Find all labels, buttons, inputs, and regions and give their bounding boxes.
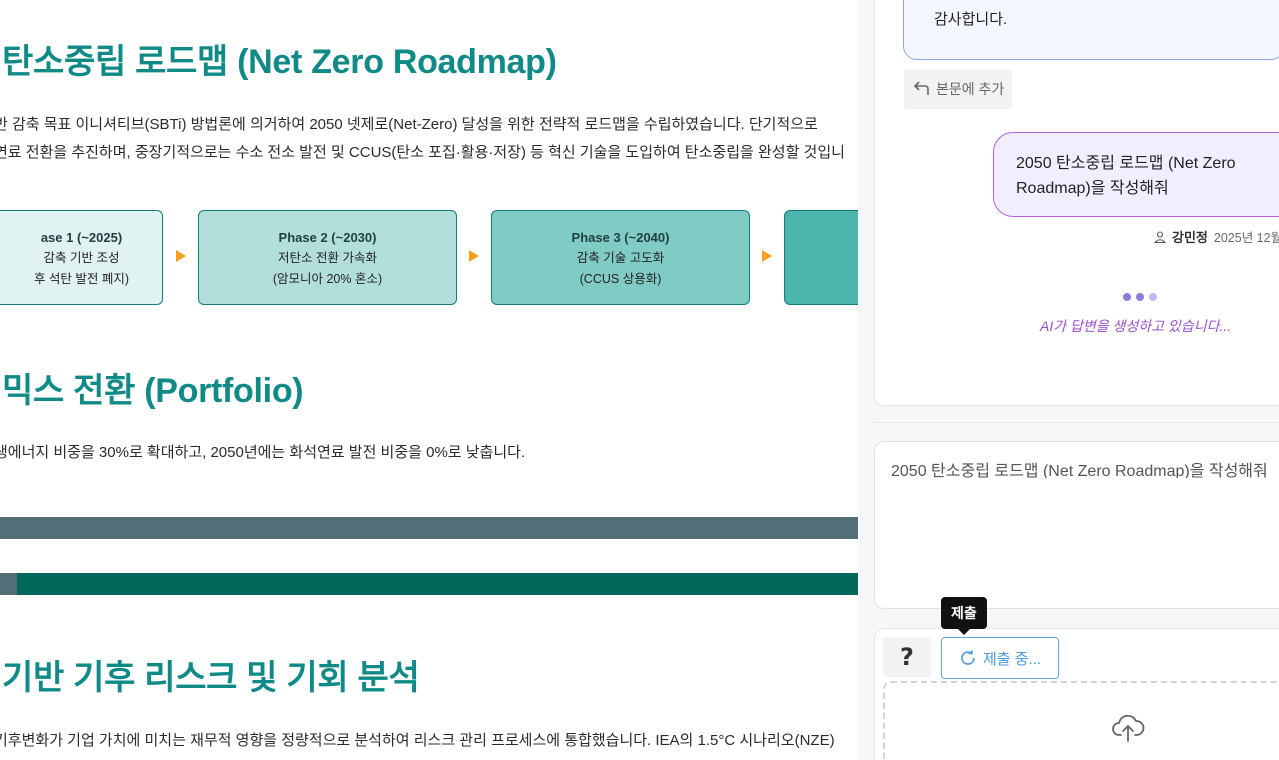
- document-view: 탄소중립 로드맵 (Net Zero Roadmap) 반 감축 목표 이니셔티…: [0, 0, 858, 760]
- paragraph-climate-risk: 기후변화가 기업 가치에 미치는 재무적 영향을 정량적으로 분석하여 리스크 …: [0, 732, 835, 749]
- phase-desc-line2: 후 석탄 발전 폐지): [33, 272, 130, 286]
- ai-message-bubble: 감사합니다.: [903, 0, 1279, 60]
- typing-indicator: [1123, 293, 1157, 301]
- ai-assistant-panel: 감사합니다. 본문에 추가 2050 탄소중립 로드맵 (Net Zero Ro…: [858, 0, 1279, 760]
- section-title-net-zero: 탄소중립 로드맵 (Net Zero Roadmap): [2, 43, 557, 81]
- phase-desc-line1: 감축 기반 조성: [43, 251, 120, 265]
- phase-desc-line2: (CCUS 상용화): [579, 272, 662, 286]
- file-dropzone[interactable]: [883, 681, 1279, 760]
- phase-title: ase 1 (~2025): [40, 230, 123, 245]
- user-message-bubble: 2050 탄소중립 로드맵 (Net Zero Roadmap)을 작성해줘: [993, 132, 1279, 217]
- ai-message-text: 감사합니다.: [934, 11, 1008, 28]
- submit-tooltip: 제출: [941, 597, 987, 635]
- submit-button[interactable]: 제출 중...: [941, 637, 1059, 679]
- add-to-body-button[interactable]: 본문에 추가: [904, 69, 1013, 109]
- chat-history[interactable]: 감사합니다. 본문에 추가 2050 탄소중립 로드맵 (Net Zero Ro…: [874, 0, 1279, 406]
- user-message-meta: 강민정 2025년 12월 2: [1154, 227, 1279, 246]
- phase-box-2: Phase 2 (~2030) 저탄소 전환 가속화 (암모니아 20% 혼소): [198, 210, 457, 305]
- section-title-climate-risk: 기반 기후 리스크 및 기회 분석: [2, 659, 420, 697]
- help-button[interactable]: ?: [883, 637, 931, 677]
- message-timestamp: 2025년 12월 2: [1213, 231, 1279, 245]
- phase-desc-line1: 감축 기술 고도화: [576, 251, 665, 265]
- phase-box-4: [784, 210, 858, 305]
- loading-spinner-icon: [961, 650, 975, 665]
- user-name: 강민정: [1172, 230, 1208, 245]
- paragraph-net-zero-line1: 반 감축 목표 이니셔티브(SBTi) 방법론에 의거하여 2050 넷제로(N…: [0, 116, 818, 133]
- section-title-portfolio: 믹스 전환 (Portfolio): [2, 372, 304, 410]
- user-message-text: 2050 탄소중립 로드맵 (Net Zero Roadmap)을 작성해줘: [1016, 155, 1236, 197]
- phase-title: Phase 2 (~2030): [278, 230, 377, 245]
- phase-title: Phase 3 (~2040): [571, 230, 670, 245]
- phase-arrow: [176, 250, 186, 262]
- add-to-body-label: 본문에 추가: [936, 81, 1005, 97]
- phase-arrow: [469, 250, 479, 262]
- phase-box-3: Phase 3 (~2040) 감축 기술 고도화 (CCUS 상용화): [491, 210, 750, 305]
- phase-arrow: [762, 250, 772, 262]
- generating-status: AI가 답변을 생성하고 있습니다...: [1040, 318, 1232, 334]
- paragraph-portfolio: 생에너지 비중을 30%로 확대하고, 2050년에는 화석연료 발전 비중을 …: [0, 444, 526, 461]
- submit-label: 제출 중...: [982, 650, 1042, 668]
- user-icon: [1154, 230, 1166, 243]
- chart-bar-row-1: [0, 517, 858, 539]
- prompt-box[interactable]: [874, 441, 1279, 609]
- phase-desc-line2: (암모니아 20% 혼소): [272, 272, 383, 286]
- return-arrow-icon: [913, 81, 929, 95]
- phase-desc-line1: 저탄소 전환 가속화: [278, 251, 377, 265]
- chart-bar-row-2-segment-1: [0, 573, 17, 595]
- prompt-input[interactable]: [891, 460, 1279, 478]
- paragraph-net-zero-line2: 연료 전환을 추진하며, 중장기적으로는 수소 전소 발전 및 CCUS(탄소 …: [0, 144, 845, 161]
- phase-box-1: ase 1 (~2025) 감축 기반 조성 후 석탄 발전 폐지): [0, 210, 163, 305]
- chart-bar-row-2-segment-2: [17, 573, 858, 595]
- panel-divider: [874, 422, 1279, 423]
- cloud-upload-icon: [1112, 714, 1145, 742]
- input-toolbar: ? 제출 중...: [874, 628, 1279, 760]
